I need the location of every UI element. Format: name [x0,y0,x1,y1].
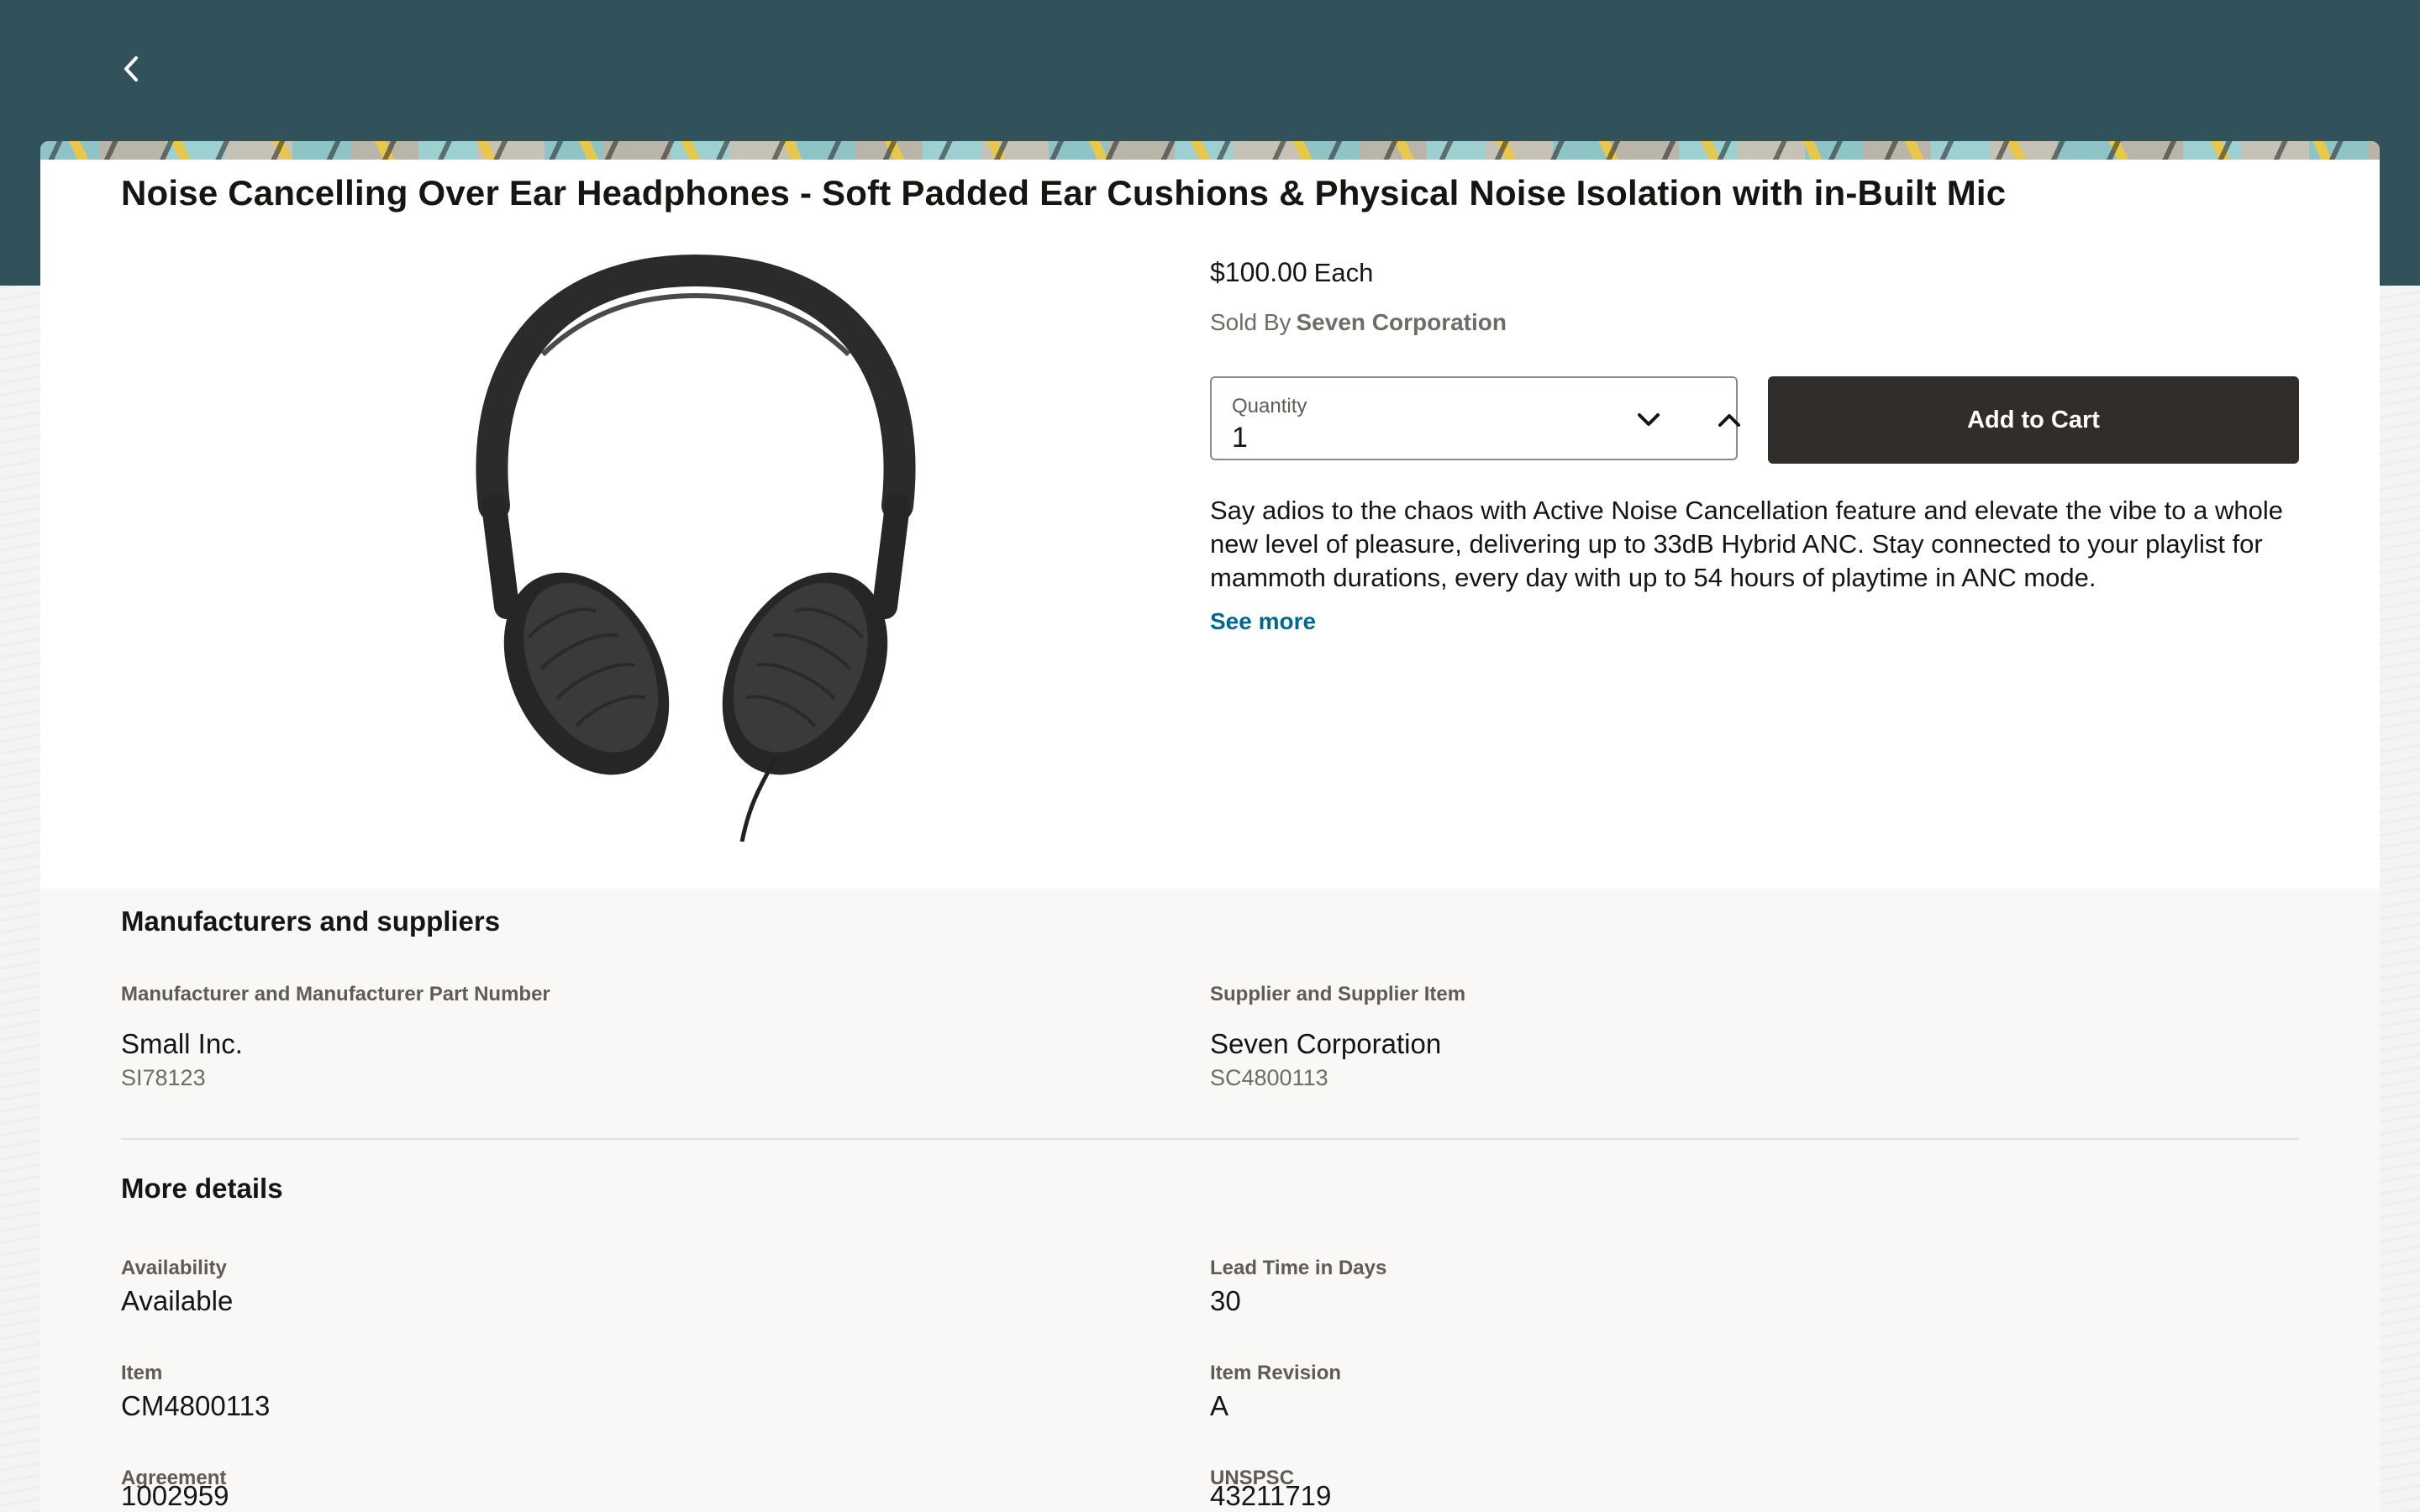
item-revision-value: A [1210,1390,1229,1421]
more-details-heading: More details [121,1173,283,1204]
manufacturer-part-number: SI78123 [121,1065,206,1090]
manufacturer-name: Small Inc. [121,1028,243,1059]
manufacturer-label: Manufacturer and Manufacturer Part Numbe… [121,983,550,1005]
chevron-left-icon [124,56,138,81]
headphones-image [476,254,916,842]
lead-time-value: 30 [1210,1285,1241,1316]
section-divider [121,1138,2299,1140]
item-label: Item [121,1362,163,1384]
item-revision-label: Item Revision [1210,1362,1342,1384]
quantity-increase-button[interactable] [1707,398,1751,442]
sold-by-label: Sold By [1210,309,1292,335]
price-amount: $100.00 [1210,257,1307,287]
availability-label: Availability [121,1257,227,1279]
supplier-item: SC4800113 [1210,1065,1328,1090]
details-section: Manufacturers and suppliers Manufacturer… [40,889,2380,1512]
supplier-label: Supplier and Supplier Item [1210,983,1466,1005]
price-unit: Each [1313,258,1374,287]
quantity-label: Quantity [1232,395,1307,417]
sold-by: Sold By Seven Corporation [1210,309,1507,336]
chevron-down-icon [1638,413,1660,426]
supplier-name: Seven Corporation [1210,1028,1442,1059]
quantity-input[interactable]: 1 [1232,422,1248,454]
manufacturers-heading: Manufacturers and suppliers [121,906,501,937]
product-card: Noise Cancelling Over Ear Headphones - S… [40,141,2380,1512]
see-more-link[interactable]: See more [1210,608,1316,635]
product-description: Say adios to the chaos with Active Noise… [1210,496,2283,592]
quantity-stepper[interactable]: Quantity 1 [1210,376,1740,460]
item-value: CM4800113 [121,1390,271,1421]
page-title: Noise Cancelling Over Ear Headphones - S… [121,173,2007,213]
price: $100.00 Each [1210,257,1373,288]
back-button[interactable] [114,52,148,86]
decorative-banner [40,141,2380,160]
lead-time-label: Lead Time in Days [1210,1257,1387,1279]
agreement-value: 1002959 [121,1480,229,1511]
unspsc-value: 43211719 [1210,1480,1332,1511]
add-to-cart-button[interactable]: Add to Cart [1768,376,2299,464]
seller-name: Seven Corporation [1296,309,1507,335]
chevron-up-icon [1718,414,1740,427]
quantity-decrease-button[interactable] [1627,398,1670,442]
availability-value: Available [121,1285,234,1316]
